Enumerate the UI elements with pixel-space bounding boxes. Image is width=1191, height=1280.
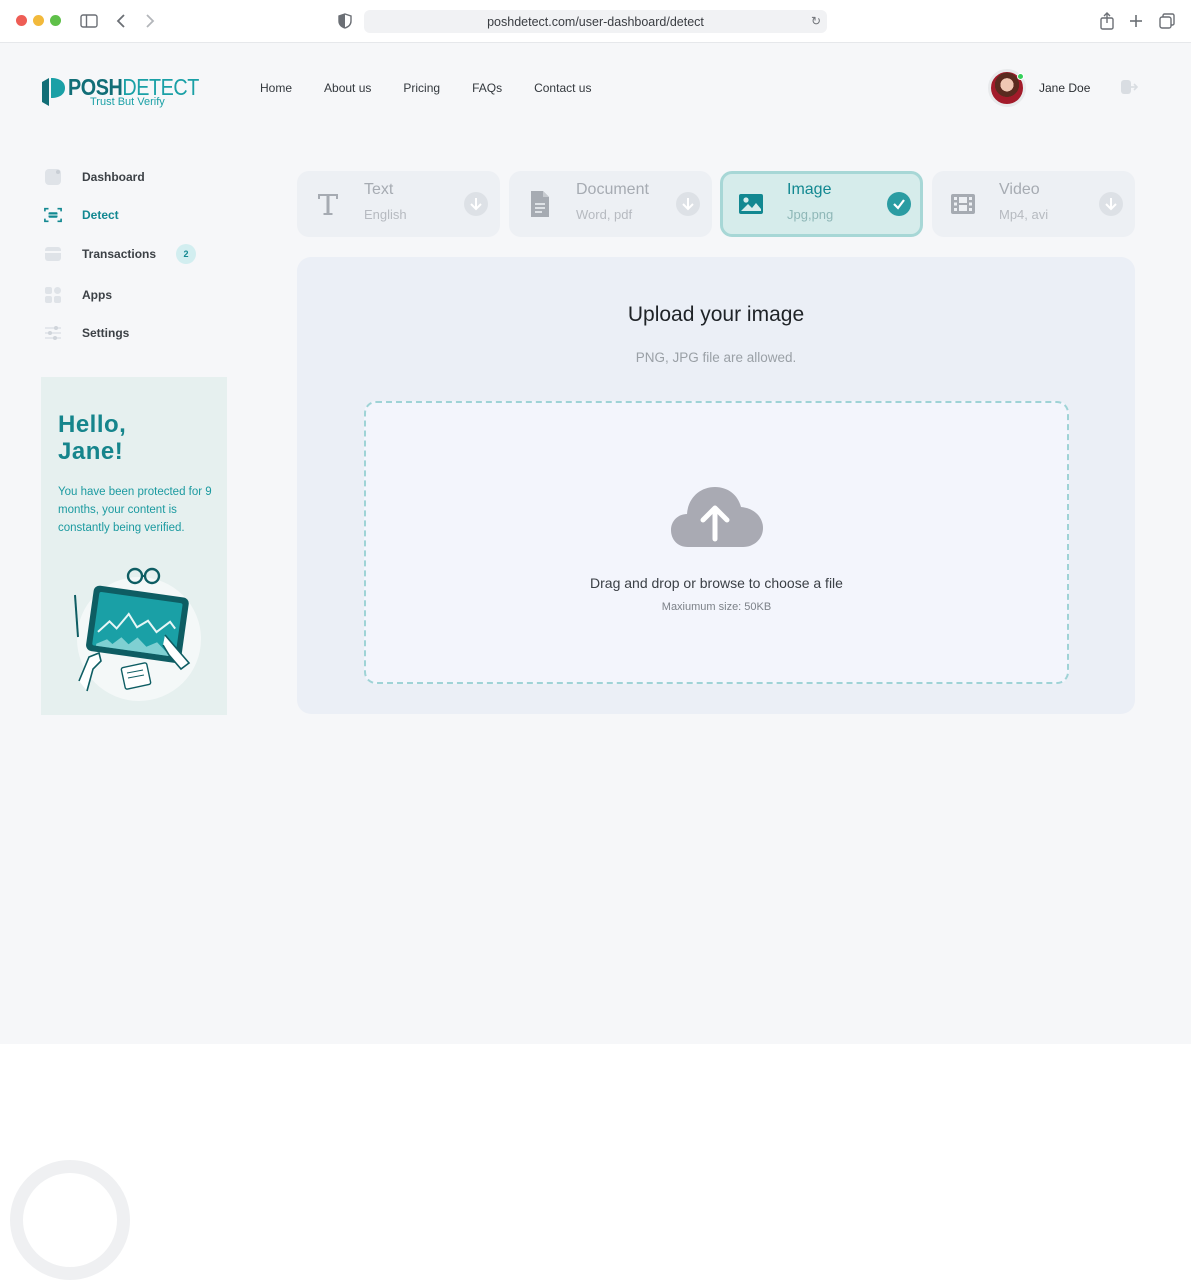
scan-icon bbox=[44, 206, 62, 224]
greeting-line-1: Hello, bbox=[58, 411, 127, 438]
browser-toolbar: poshdetect.com/user-dashboard/detect ↻ bbox=[0, 0, 1191, 43]
check-icon bbox=[887, 192, 911, 216]
brand-tagline: Trust But Verify bbox=[90, 96, 165, 108]
text-icon bbox=[315, 191, 341, 217]
download-arrow-icon bbox=[1099, 192, 1123, 216]
type-option-formats: Jpg,png bbox=[787, 207, 834, 222]
sidebar-item-transactions[interactable]: Transactions 2 bbox=[44, 244, 197, 264]
tab-overview-icon[interactable] bbox=[1159, 11, 1175, 31]
privacy-shield-icon[interactable] bbox=[338, 11, 352, 31]
dropzone-instructions: Drag and drop or browse to choose a file bbox=[590, 575, 843, 591]
greeting-card: Hello, Jane! You have been protected for… bbox=[41, 377, 227, 715]
download-arrow-icon bbox=[464, 192, 488, 216]
type-option-name: Text bbox=[364, 181, 394, 198]
nav-contact-us[interactable]: Contact us bbox=[534, 81, 591, 95]
type-option-formats: Mp4, avi bbox=[999, 207, 1049, 222]
user-name: Jane Doe bbox=[1039, 81, 1091, 95]
document-icon bbox=[527, 191, 553, 217]
sidebar-item-dashboard[interactable]: Dashboard bbox=[44, 168, 145, 186]
greeting-title: Hello, Jane! bbox=[58, 411, 126, 465]
sliders-icon bbox=[44, 324, 62, 342]
type-option-name: Video bbox=[999, 181, 1040, 198]
nav-faqs[interactable]: FAQs bbox=[472, 81, 502, 95]
upload-panel: Upload your image PNG, JPG file are allo… bbox=[297, 257, 1135, 714]
type-option-image[interactable]: Image Jpg,png bbox=[720, 171, 923, 237]
type-option-text[interactable]: Text English bbox=[297, 171, 500, 237]
file-dropzone[interactable]: Drag and drop or browse to choose a file… bbox=[364, 401, 1069, 684]
nav-pricing[interactable]: Pricing bbox=[403, 81, 440, 95]
cloud-upload-icon bbox=[671, 487, 763, 547]
app-page: POSHDETECT Trust But Verify Home About u… bbox=[0, 43, 1191, 1044]
forward-icon[interactable] bbox=[145, 11, 155, 31]
sidebar-toggle-icon[interactable] bbox=[80, 11, 98, 31]
close-window-button[interactable] bbox=[16, 15, 27, 26]
top-navigation: Home About us Pricing FAQs Contact us bbox=[260, 81, 623, 95]
user-menu[interactable]: Jane Doe bbox=[988, 69, 1090, 107]
minimize-window-button[interactable] bbox=[33, 15, 44, 26]
nav-home[interactable]: Home bbox=[260, 81, 292, 95]
logout-icon[interactable] bbox=[1120, 79, 1139, 100]
avatar[interactable] bbox=[988, 69, 1026, 107]
max-file-size: Maxiumum size: 50KB bbox=[661, 601, 772, 613]
type-option-document[interactable]: Document Word, pdf bbox=[509, 171, 712, 237]
online-status-indicator bbox=[1017, 73, 1024, 80]
url-text: poshdetect.com/user-dashboard/detect bbox=[487, 14, 704, 29]
film-icon bbox=[950, 191, 976, 217]
sidebar-item-label: Detect bbox=[82, 208, 119, 222]
dashboard-icon bbox=[44, 168, 62, 186]
sidebar-item-label: Settings bbox=[82, 326, 130, 340]
type-option-video[interactable]: Video Mp4, avi bbox=[932, 171, 1135, 237]
upload-allowed-formats: PNG, JPG file are allowed. bbox=[635, 350, 797, 365]
sidebar-item-settings[interactable]: Settings bbox=[44, 324, 129, 342]
nav-about-us[interactable]: About us bbox=[324, 81, 371, 95]
sidebar-item-label: Dashboard bbox=[82, 170, 145, 184]
back-icon[interactable] bbox=[116, 11, 126, 31]
brand-logo[interactable]: POSHDETECT Trust But Verify bbox=[40, 74, 199, 114]
new-tab-icon[interactable] bbox=[1129, 11, 1143, 31]
transactions-count-badge: 2 bbox=[176, 244, 197, 264]
greeting-message: You have been protected for 9 months, yo… bbox=[58, 486, 212, 534]
apps-grid-icon bbox=[44, 286, 62, 304]
sidebar-item-label: Transactions bbox=[82, 247, 157, 261]
loading-spinner bbox=[10, 1160, 130, 1280]
sidebar-item-detect[interactable]: Detect bbox=[44, 206, 119, 224]
address-bar[interactable]: poshdetect.com/user-dashboard/detect ↻ bbox=[364, 10, 827, 33]
tablet-illustration bbox=[74, 567, 201, 701]
type-option-formats: English bbox=[364, 207, 407, 222]
download-arrow-icon bbox=[676, 192, 700, 216]
maximize-window-button[interactable] bbox=[50, 15, 61, 26]
card-icon bbox=[44, 245, 62, 263]
type-option-name: Document bbox=[576, 181, 649, 198]
share-icon[interactable] bbox=[1100, 11, 1114, 31]
sidebar-item-label: Apps bbox=[82, 288, 112, 302]
greeting-line-2: Jane! bbox=[58, 438, 124, 465]
reload-icon[interactable]: ↻ bbox=[811, 14, 821, 28]
type-option-formats: Word, pdf bbox=[576, 207, 633, 222]
image-icon bbox=[738, 191, 764, 217]
type-option-name: Image bbox=[787, 181, 832, 198]
sidebar-item-apps[interactable]: Apps bbox=[44, 286, 112, 304]
upload-title: Upload your image bbox=[627, 303, 805, 326]
logo-mark-icon bbox=[42, 78, 65, 106]
